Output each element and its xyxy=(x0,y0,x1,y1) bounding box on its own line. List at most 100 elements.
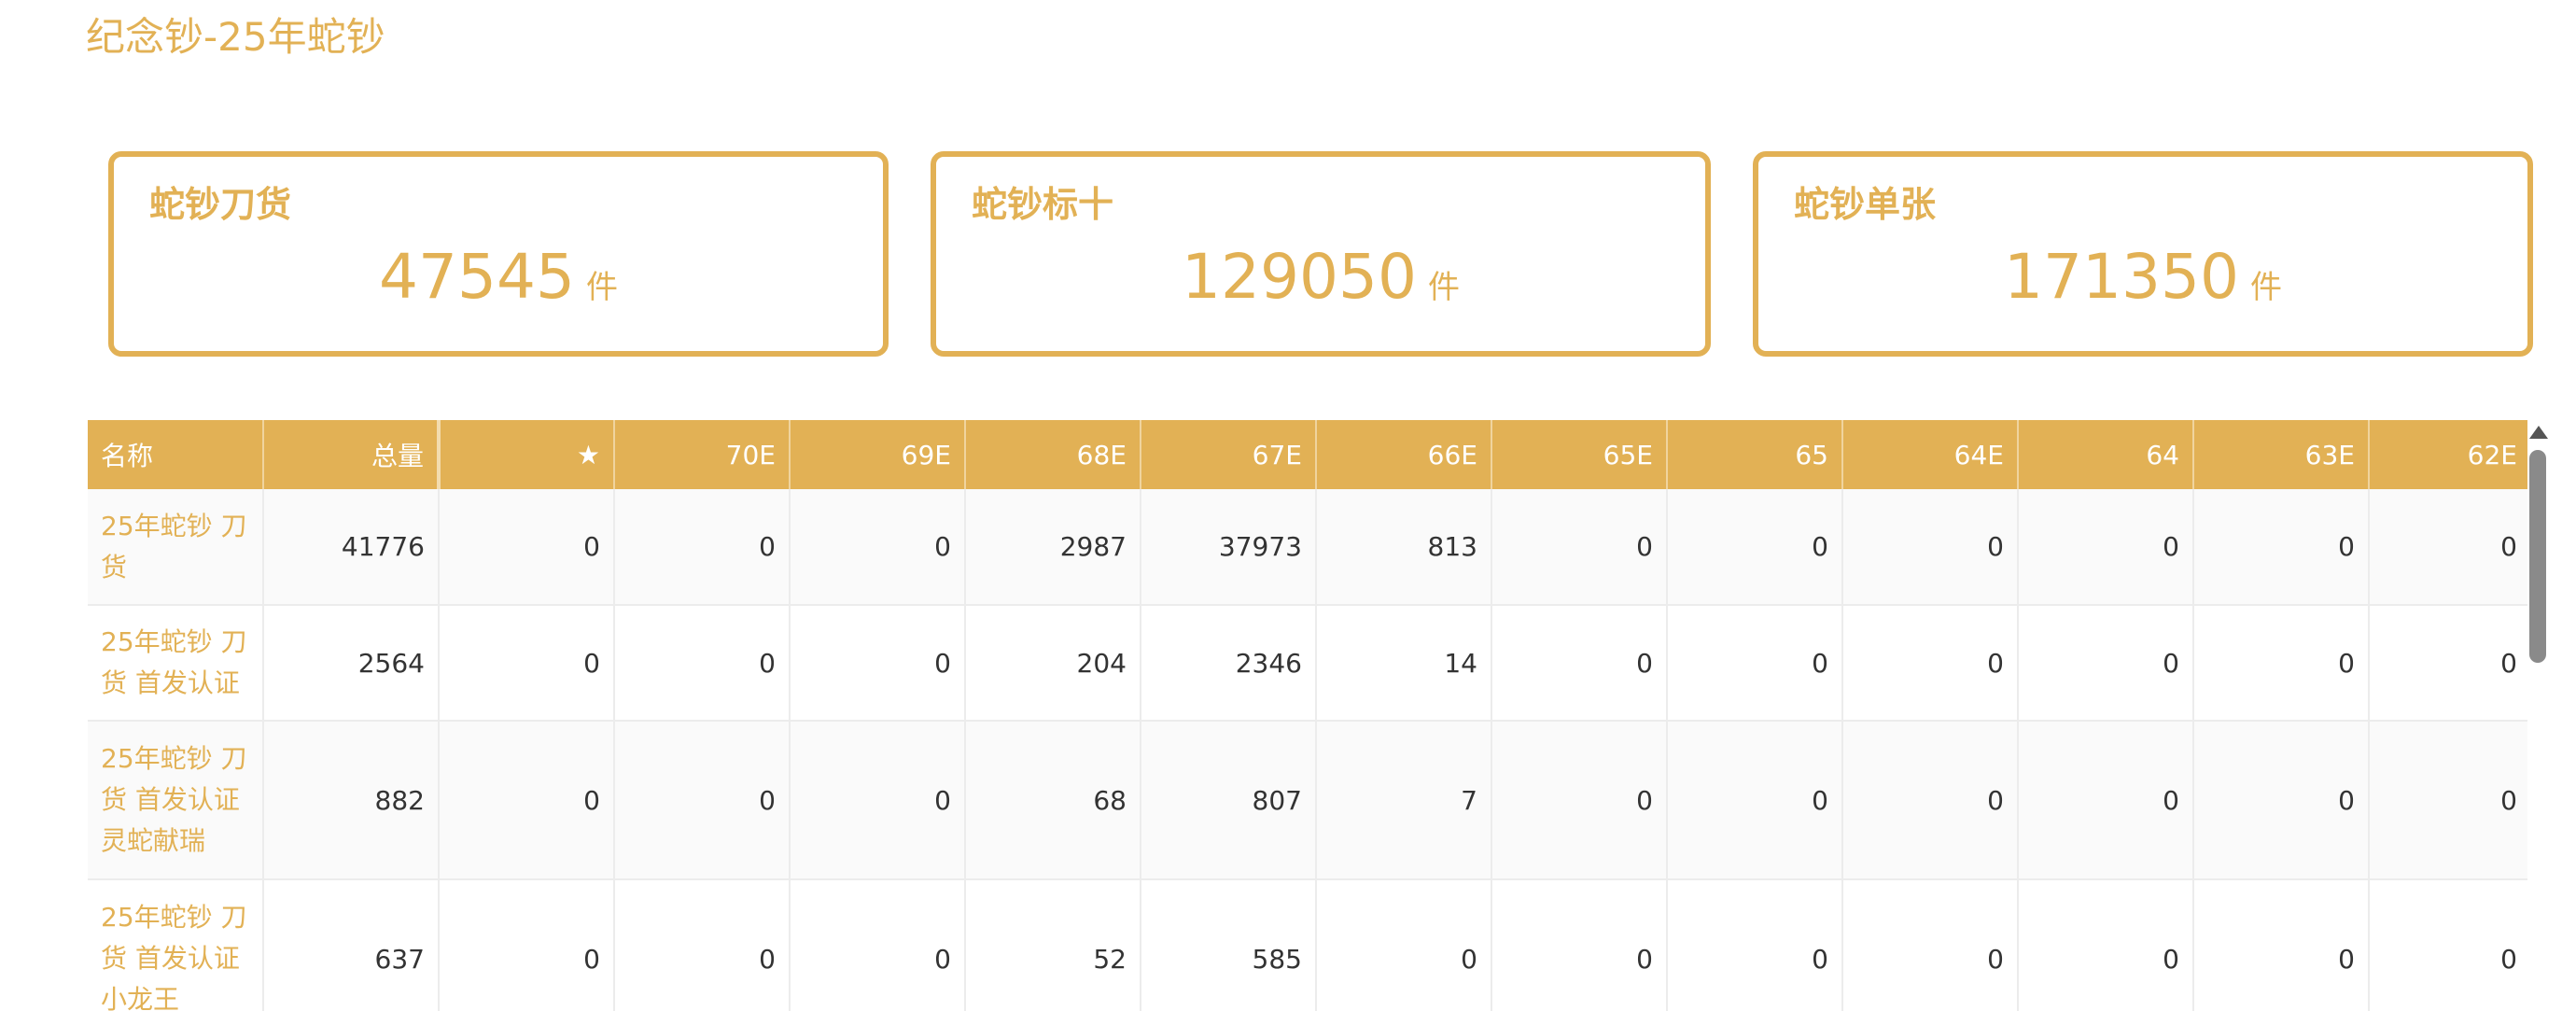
table-cell: 0 xyxy=(790,489,966,606)
page-title: 纪念钞-25年蛇钞 xyxy=(86,14,385,60)
table-cell: 0 xyxy=(1316,879,1492,1011)
table-cell: 0 xyxy=(2369,605,2527,722)
card-value-row: 47545 件 xyxy=(114,235,883,335)
column-header-64[interactable]: 64 xyxy=(2018,420,2194,489)
row-name-line: 25年蛇钞 刀 xyxy=(101,626,247,657)
row-name-line: 货 首发认证 xyxy=(101,784,240,815)
table-cell: 0 xyxy=(1491,879,1668,1011)
table-cell: 0 xyxy=(790,721,966,880)
row-name-line: 货 xyxy=(101,551,128,583)
row-name-line: 灵蛇献瑞 xyxy=(101,825,206,856)
row-name-line: 货 首发认证 xyxy=(101,943,240,974)
row-name-line: 25年蛇钞 刀 xyxy=(101,510,247,541)
table-cell: 585 xyxy=(1141,879,1317,1011)
table-scrollbar[interactable] xyxy=(2527,426,2548,1011)
table-row[interactable]: 25年蛇钞 刀 货 首发认证 小龙王 637 0 0 0 52 585 0 0 … xyxy=(88,879,2527,1011)
table-cell: 0 xyxy=(439,489,615,606)
table-cell: 0 xyxy=(2018,879,2194,1011)
table-cell: 0 xyxy=(1491,489,1668,606)
cell-total: 637 xyxy=(263,879,440,1011)
card-label: 蛇钞刀货 xyxy=(149,184,292,225)
table-cell: 0 xyxy=(1667,489,1843,606)
table-cell: 0 xyxy=(2369,489,2527,606)
column-header-62e[interactable]: 62E xyxy=(2369,420,2527,489)
table-cell: 0 xyxy=(614,605,791,722)
row-name-line: 小龙王 xyxy=(101,984,180,1011)
card-label: 蛇钞单张 xyxy=(1794,184,1937,225)
table-cell: 37973 xyxy=(1141,489,1317,606)
column-header-65[interactable]: 65 xyxy=(1667,420,1843,489)
column-header-star[interactable]: ★ xyxy=(439,420,615,489)
column-header-70e[interactable]: 70E xyxy=(614,420,791,489)
table-cell: 7 xyxy=(1316,721,1492,880)
table-cell: 0 xyxy=(2018,605,2194,722)
row-name-line: 货 首发认证 xyxy=(101,667,240,698)
column-header-69e[interactable]: 69E xyxy=(790,420,966,489)
table-row[interactable]: 25年蛇钞 刀 货 41776 0 0 0 2987 37973 813 0 0… xyxy=(88,489,2527,606)
card-unit: 件 xyxy=(585,269,618,306)
summary-card-snake-single[interactable]: 蛇钞单张 171350 件 xyxy=(1753,151,2533,357)
cell-total: 41776 xyxy=(263,489,440,606)
table-cell: 0 xyxy=(1842,489,2019,606)
table-header-row: 名称 总量 ★ 70E 69E 68E 67E 66E 65E 65 64E 6… xyxy=(88,420,2527,489)
table-cell: 2346 xyxy=(1141,605,1317,722)
card-value: 47545 xyxy=(379,241,575,313)
card-unit: 件 xyxy=(2249,269,2282,306)
grade-table: 名称 总量 ★ 70E 69E 68E 67E 66E 65E 65 64E 6… xyxy=(88,420,2527,1011)
summary-card-snake-blade[interactable]: 蛇钞刀货 47545 件 xyxy=(108,151,889,357)
column-header-65e[interactable]: 65E xyxy=(1491,420,1668,489)
table-cell: 2987 xyxy=(965,489,1141,606)
table-cell: 0 xyxy=(614,879,791,1011)
card-unit: 件 xyxy=(1427,269,1460,306)
row-name-line: 25年蛇钞 刀 xyxy=(101,743,247,774)
card-value-row: 171350 件 xyxy=(1758,235,2527,335)
row-name-link[interactable]: 25年蛇钞 刀 货 首发认证 小龙王 xyxy=(88,879,264,1011)
column-header-63e[interactable]: 63E xyxy=(2193,420,2370,489)
card-value: 129050 xyxy=(1182,241,1417,313)
card-label: 蛇钞标十 xyxy=(972,184,1114,225)
table-cell: 0 xyxy=(1842,721,2019,880)
column-header-67e[interactable]: 67E xyxy=(1141,420,1317,489)
table-cell: 14 xyxy=(1316,605,1492,722)
table-cell: 0 xyxy=(2018,489,2194,606)
column-header-name[interactable]: 名称 xyxy=(88,420,264,489)
card-value: 171350 xyxy=(2004,241,2239,313)
summary-card-snake-ten[interactable]: 蛇钞标十 129050 件 xyxy=(931,151,1711,357)
table-cell: 0 xyxy=(439,605,615,722)
table-cell: 0 xyxy=(1667,721,1843,880)
table-cell: 0 xyxy=(1842,879,2019,1011)
table-cell: 0 xyxy=(614,721,791,880)
cell-total: 882 xyxy=(263,721,440,880)
table-cell: 0 xyxy=(2369,721,2527,880)
table-cell: 52 xyxy=(965,879,1141,1011)
row-name-link[interactable]: 25年蛇钞 刀 货 首发认证 灵蛇献瑞 xyxy=(88,721,264,880)
row-name-link[interactable]: 25年蛇钞 刀 货 xyxy=(88,489,264,606)
scroll-thumb[interactable] xyxy=(2529,450,2546,663)
table-cell: 0 xyxy=(2193,879,2370,1011)
column-header-68e[interactable]: 68E xyxy=(965,420,1141,489)
card-value-row: 129050 件 xyxy=(936,235,1705,335)
table-cell: 204 xyxy=(965,605,1141,722)
table-cell: 0 xyxy=(1842,605,2019,722)
cell-total: 2564 xyxy=(263,605,440,722)
column-header-total[interactable]: 总量 xyxy=(263,420,441,489)
table-cell: 0 xyxy=(614,489,791,606)
column-header-66e[interactable]: 66E xyxy=(1316,420,1492,489)
table-row[interactable]: 25年蛇钞 刀 货 首发认证 灵蛇献瑞 882 0 0 0 68 807 7 0… xyxy=(88,721,2527,880)
table-cell: 0 xyxy=(1667,605,1843,722)
table-cell: 0 xyxy=(1491,605,1668,722)
table-cell: 0 xyxy=(2369,879,2527,1011)
column-header-64e[interactable]: 64E xyxy=(1842,420,2019,489)
table-cell: 0 xyxy=(2193,605,2370,722)
table-cell: 0 xyxy=(790,605,966,722)
table-cell: 0 xyxy=(1667,879,1843,1011)
table-row[interactable]: 25年蛇钞 刀 货 首发认证 2564 0 0 0 204 2346 14 0 … xyxy=(88,605,2527,722)
grade-table-container[interactable]: 名称 总量 ★ 70E 69E 68E 67E 66E 65E 65 64E 6… xyxy=(88,420,2527,1011)
table-cell: 0 xyxy=(439,879,615,1011)
table-cell: 813 xyxy=(1316,489,1492,606)
row-name-link[interactable]: 25年蛇钞 刀 货 首发认证 xyxy=(88,605,264,722)
summary-cards: 蛇钞刀货 47545 件 蛇钞标十 129050 件 蛇钞单张 171350 件 xyxy=(108,151,2533,357)
table-cell: 0 xyxy=(790,879,966,1011)
table-cell: 0 xyxy=(2018,721,2194,880)
triangle-up-icon[interactable] xyxy=(2529,426,2548,439)
